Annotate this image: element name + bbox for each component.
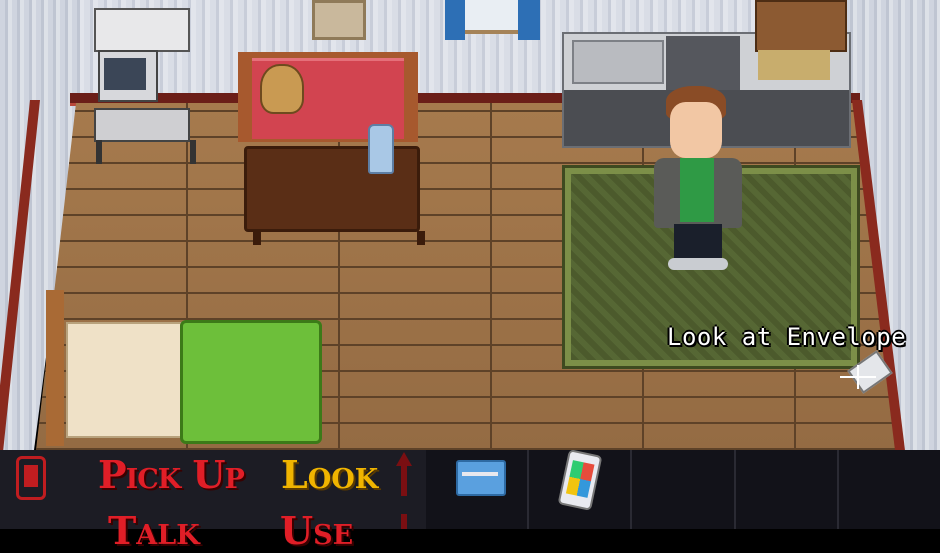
player-character[interactable] — [648, 86, 748, 272]
hover-action-label: Look at Envelope — [667, 323, 907, 351]
bed-pillow — [66, 322, 182, 438]
cutting-board[interactable] — [758, 50, 830, 80]
printer[interactable] — [94, 8, 190, 52]
game-scene[interactable]: Look at Envelope — [0, 0, 940, 450]
verb-use-button[interactable]: Use — [280, 512, 353, 550]
credit-card-icon[interactable] — [456, 460, 506, 496]
inventory-slot[interactable] — [838, 450, 940, 529]
green-blanket — [180, 320, 322, 444]
smartphone-icon[interactable] — [557, 449, 603, 511]
verb-pick-up-button[interactable]: Pick Up — [98, 456, 245, 494]
phone-menu-icon[interactable] — [16, 456, 46, 500]
verb-look-button[interactable]: Look — [281, 456, 378, 494]
keyboard-tray[interactable] — [94, 108, 190, 142]
wall-shelf[interactable] — [755, 0, 847, 52]
character-shirt — [680, 158, 714, 222]
bed-headboard — [46, 290, 64, 446]
inventory-scroll-up-icon[interactable] — [396, 452, 412, 496]
inventory-slot[interactable] — [632, 450, 734, 529]
bed[interactable] — [46, 290, 322, 446]
verb-talk-button[interactable]: Talk — [108, 512, 200, 550]
character-face — [670, 102, 722, 158]
monitor-screen — [104, 58, 146, 90]
curtain-right — [518, 0, 540, 40]
window[interactable] — [465, 0, 518, 34]
inventory-slot[interactable] — [529, 449, 631, 529]
computer-desk[interactable] — [94, 8, 196, 164]
water-bottle[interactable] — [368, 124, 394, 174]
kitchen-sink[interactable] — [572, 40, 664, 84]
curtain-left — [445, 0, 465, 40]
inventory-panel — [426, 449, 940, 529]
teddy-bear[interactable] — [260, 64, 304, 114]
desk-legs — [96, 140, 196, 164]
character-shoes — [668, 258, 728, 270]
crosshair-cursor-icon — [840, 365, 876, 389]
inventory-slot[interactable] — [735, 450, 837, 529]
wall-picture[interactable] — [312, 0, 366, 40]
inventory-scroll-down-icon[interactable] — [401, 514, 407, 529]
inventory-slot[interactable] — [426, 450, 528, 529]
stove[interactable] — [666, 36, 740, 90]
